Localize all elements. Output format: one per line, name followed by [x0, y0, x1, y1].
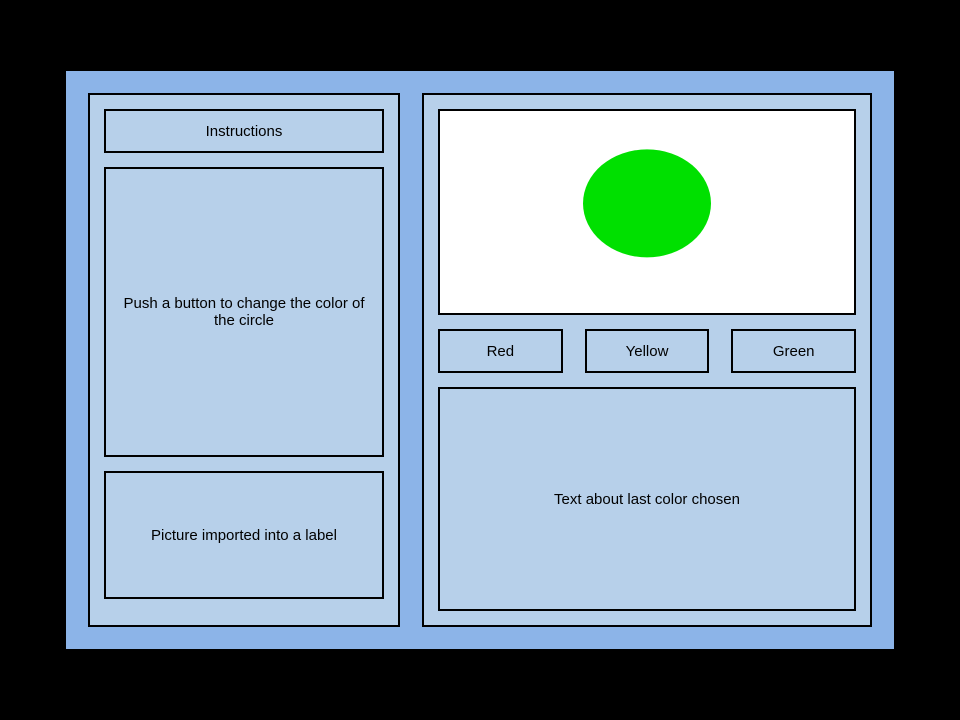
status-box: Text about last color chosen	[438, 387, 856, 611]
yellow-button-label: Yellow	[626, 343, 669, 360]
instructions-header-text: Instructions	[206, 123, 283, 140]
button-row: Red Yellow Green	[438, 329, 856, 373]
instructions-header: Instructions	[104, 109, 384, 153]
instructions-body: Push a button to change the color of the…	[104, 167, 384, 457]
instructions-body-text: Push a button to change the color of the…	[114, 295, 374, 329]
color-circle	[583, 149, 711, 257]
right-panel: Red Yellow Green Text about last color c…	[422, 93, 872, 627]
green-button-label: Green	[773, 343, 815, 360]
red-button-label: Red	[487, 343, 515, 360]
circle-canvas	[438, 109, 856, 315]
left-panel: Instructions Push a button to change the…	[88, 93, 400, 627]
yellow-button[interactable]: Yellow	[585, 329, 710, 373]
picture-label: Picture imported into a label	[104, 471, 384, 599]
app-frame: Instructions Push a button to change the…	[66, 71, 894, 649]
red-button[interactable]: Red	[438, 329, 563, 373]
green-button[interactable]: Green	[731, 329, 856, 373]
picture-label-text: Picture imported into a label	[151, 527, 337, 544]
status-text: Text about last color chosen	[554, 491, 740, 508]
